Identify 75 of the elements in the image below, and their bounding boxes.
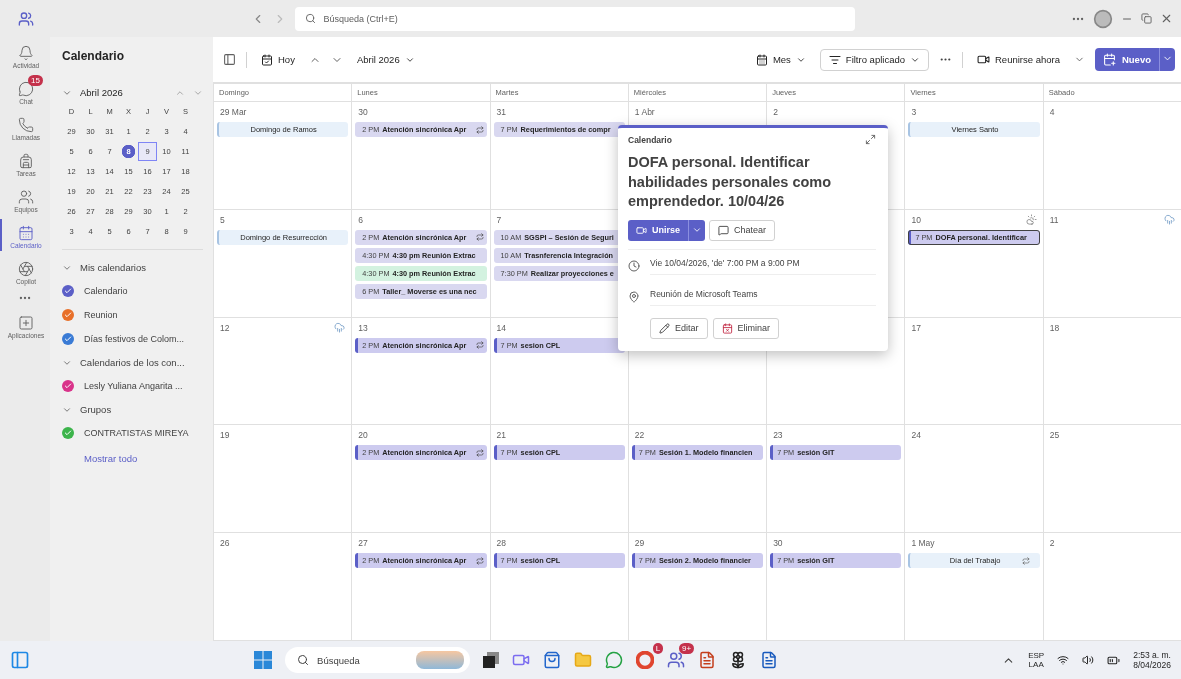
group-header[interactable]: Grupos <box>62 398 203 421</box>
count-badge: 9+ <box>678 643 695 654</box>
popup-title: DOFA personal. Identificar habilidades personales como emprendedor. 10/04/26 <box>628 153 833 212</box>
language-label[interactable]: ESP <box>1028 651 1045 660</box>
day-number: 18 <box>1049 322 1060 333</box>
day-number: 24 <box>911 430 921 441</box>
day-number: 1 May <box>911 538 935 549</box>
day-number: 17 <box>911 322 921 333</box>
day-cell[interactable]: 18 <box>1042 317 1181 426</box>
day-cell[interactable]: 12 <box>213 317 352 426</box>
join-button[interactable]: Unirse <box>628 219 688 241</box>
count-badge: 15 <box>28 75 43 86</box>
calendar-item[interactable]: Días festivos de Colom... <box>62 327 203 351</box>
calendar-item[interactable]: Reunion <box>62 303 203 327</box>
group-header[interactable]: Calendarios de los con... <box>62 351 203 374</box>
filter-button[interactable]: Filtro aplicado <box>819 48 929 71</box>
day-number: 13 <box>358 322 368 333</box>
day-number: 23 <box>773 430 783 441</box>
day-number: 5 <box>220 214 225 225</box>
group-header[interactable]: Mis calendarios <box>62 256 203 279</box>
day-number: 11 <box>1049 214 1059 225</box>
popup-calendar-name: Calendario <box>628 134 672 145</box>
day-cell[interactable]: 24 <box>904 425 1043 534</box>
search-placeholder: Búsqueda <box>317 654 360 666</box>
day-number: 29 Mar <box>220 107 247 117</box>
calendar-item[interactable]: Lesly Yuliana Angarita ... <box>62 374 203 398</box>
day-number: 1 Abr <box>634 107 655 117</box>
day-number: 22 <box>634 430 645 441</box>
month-dropdown[interactable]: Abril 2026 <box>352 51 419 68</box>
day-number: 2 <box>773 107 778 117</box>
day-number: 27 <box>358 538 368 549</box>
day-number: 4 <box>1049 107 1055 117</box>
layout-label[interactable]: LAA <box>1028 660 1044 669</box>
show-all-link[interactable]: Mostrar todo <box>84 453 203 464</box>
edit-button[interactable]: Editar <box>650 317 708 339</box>
calendar-item[interactable]: Calendario <box>62 279 203 303</box>
day-number: 3 <box>911 107 917 117</box>
day-number: 12 <box>220 322 230 333</box>
day-cell[interactable]: 19 <box>213 425 352 534</box>
new-button[interactable]: Nuevo <box>1094 48 1159 71</box>
day-number: 26 <box>220 538 230 549</box>
day-number: 30 <box>358 107 368 117</box>
day-number: 2 <box>1049 538 1055 549</box>
clock-time[interactable]: 2:53 a. m. <box>1133 650 1171 660</box>
calendar-item[interactable]: CONTRATISTAS MIREYA <box>62 421 203 445</box>
taskbar-search-field[interactable]: Búsqueda <box>285 647 471 673</box>
event-time-range: Vie 10/04/2026, 'de' 7:00 PM a 9:00 PM <box>650 257 876 275</box>
event-location: Reunión de Microsoft Teams <box>650 288 876 306</box>
day-number: 14 <box>496 322 507 333</box>
sidebar-title: Calendario <box>62 49 125 63</box>
chat-button[interactable]: Chatear <box>709 219 776 241</box>
day-cell[interactable]: 11 <box>1042 209 1181 318</box>
day-cell[interactable]: 17 <box>904 317 1043 426</box>
clock-date[interactable]: 8/04/2026 <box>1133 660 1171 670</box>
day-number: 29 <box>634 538 645 549</box>
search-field[interactable]: Búsqueda (Ctrl+E) <box>294 6 855 31</box>
day-number: 7 <box>496 214 502 225</box>
meet-now-button[interactable]: Reunirse ahora <box>973 50 1064 69</box>
day-cell[interactable]: 25 <box>1042 425 1181 534</box>
day-number: 20 <box>358 430 368 441</box>
month-label: Abril 2026 <box>80 87 123 98</box>
count-badge: L <box>652 643 664 654</box>
day-number: 19 <box>220 430 230 441</box>
day-number: 30 <box>773 538 783 549</box>
day-number: 31 <box>496 107 507 117</box>
day-number: 6 <box>358 214 363 225</box>
day-number: 25 <box>1049 430 1060 441</box>
day-number: 10 <box>911 214 921 225</box>
delete-button[interactable]: Eliminar <box>712 317 780 339</box>
view-dropdown[interactable]: Mes <box>751 50 810 69</box>
search-placeholder: Búsqueda (Ctrl+E) <box>323 13 398 24</box>
day-cell[interactable]: 4 <box>1042 102 1181 210</box>
day-number: 21 <box>496 430 507 441</box>
day-number: 28 <box>496 538 507 549</box>
today-button[interactable]: Hoy <box>257 50 299 69</box>
